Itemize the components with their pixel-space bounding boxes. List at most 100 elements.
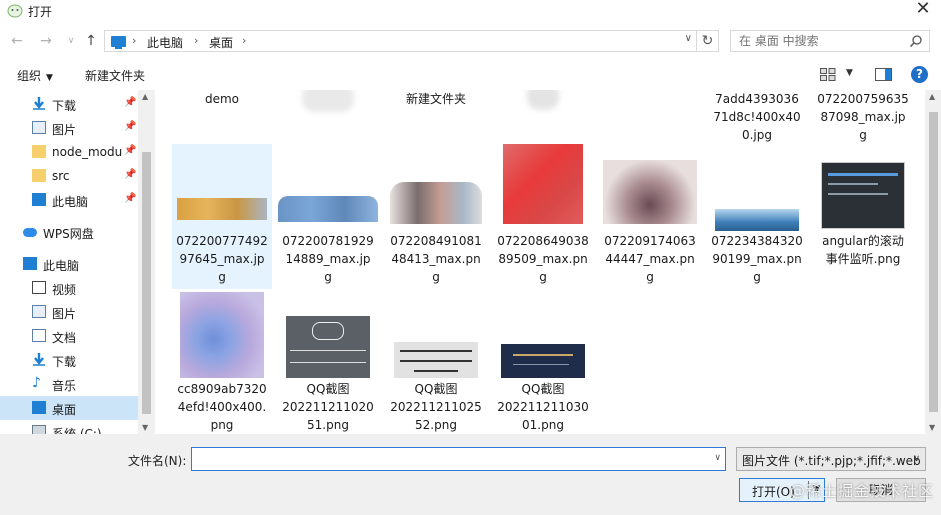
caret-down-icon[interactable]: ▼ bbox=[846, 68, 853, 78]
nav-label: 下载 bbox=[52, 355, 77, 369]
view-options-icon[interactable] bbox=[820, 68, 836, 81]
file-item[interactable]: 7add4393036 71d8c!400x40 0.jpg bbox=[707, 90, 807, 142]
nav-item-downloads-2[interactable]: 下载 bbox=[0, 348, 138, 372]
nav-item-wps-cloud[interactable]: WPS网盘 bbox=[0, 220, 138, 244]
refresh-button[interactable]: ↻ bbox=[697, 30, 719, 52]
toolbar: 组织 ▼ 新建文件夹 ▼ ? bbox=[0, 62, 941, 88]
pin-icon[interactable]: 📌 bbox=[124, 97, 136, 108]
nav-label: 下载 bbox=[52, 99, 77, 113]
file-name: 072200781929 14889_max.jp g bbox=[282, 234, 374, 284]
forward-arrow-icon[interactable]: → bbox=[37, 32, 55, 50]
chevron-right-icon[interactable]: › bbox=[242, 34, 246, 47]
image-thumbnail bbox=[503, 144, 583, 224]
search-input[interactable] bbox=[731, 31, 907, 51]
file-item[interactable]: 新建文件夹 bbox=[386, 90, 486, 140]
file-item[interactable] bbox=[600, 90, 700, 140]
file-name: demo bbox=[204, 92, 240, 106]
file-item[interactable]: QQ截图 202211211030 01.png bbox=[493, 292, 593, 434]
pin-icon[interactable]: 📌 bbox=[124, 121, 136, 132]
new-folder-button[interactable]: 新建文件夹 bbox=[85, 67, 145, 84]
nav-item-music[interactable]: ♪ 音乐 bbox=[0, 372, 138, 396]
help-icon[interactable]: ? bbox=[911, 66, 928, 83]
image-thumbnail bbox=[715, 209, 799, 231]
chevron-right-icon[interactable]: › bbox=[132, 34, 136, 47]
file-list-scrollbar[interactable]: ▲ ▼ bbox=[925, 90, 941, 434]
nav-item-downloads[interactable]: 下载 📌 bbox=[0, 92, 138, 116]
image-thumbnail bbox=[821, 162, 905, 229]
scroll-down-icon[interactable]: ▼ bbox=[142, 423, 148, 432]
file-item[interactable]: demo bbox=[172, 90, 272, 140]
file-item[interactable]: 072200781929 14889_max.jp g bbox=[278, 144, 378, 289]
nav-item-this-pc-pinned[interactable]: 此电脑 📌 bbox=[0, 188, 138, 212]
organize-button[interactable]: 组织 ▼ bbox=[17, 67, 53, 84]
nav-item-videos[interactable]: 视频 bbox=[0, 276, 138, 300]
nav-scrollbar[interactable]: ▲ ▼ bbox=[138, 90, 155, 434]
pc-icon bbox=[111, 36, 126, 49]
recent-dropdown-icon[interactable]: ∨ bbox=[62, 32, 80, 50]
image-thumbnail bbox=[501, 344, 585, 378]
file-name: 072234384320 90199_max.pn g bbox=[711, 234, 803, 284]
scroll-up-icon[interactable]: ▲ bbox=[929, 92, 935, 101]
filename-field[interactable]: ∨ bbox=[191, 447, 726, 471]
nav-label: 音乐 bbox=[52, 379, 77, 393]
file-item[interactable]: 072200759635 87098_max.jp g bbox=[813, 90, 913, 142]
filename-input[interactable] bbox=[192, 448, 702, 470]
breadcrumb-desktop[interactable]: 桌面 bbox=[209, 34, 233, 51]
nav-item-src[interactable]: src 📌 bbox=[0, 164, 138, 188]
scroll-down-icon[interactable]: ▼ bbox=[929, 423, 935, 432]
filetype-select[interactable]: 图片文件 (*.tif;*.pjp;*.jfif;*.web ∨ bbox=[736, 447, 926, 471]
chevron-right-icon[interactable]: › bbox=[194, 34, 198, 47]
nav-item-pictures[interactable]: 图片 📌 bbox=[0, 116, 138, 140]
nav-item-documents[interactable]: 文档 bbox=[0, 324, 138, 348]
nav-label: node_modu bbox=[52, 145, 123, 159]
file-item[interactable]: 072234384320 90199_max.pn g bbox=[707, 144, 807, 289]
breadcrumb-this-pc[interactable]: 此电脑 bbox=[147, 34, 183, 51]
file-item[interactable]: cc8909ab7320 4efd!400x400. png bbox=[172, 292, 272, 434]
pin-icon[interactable]: 📌 bbox=[124, 145, 136, 156]
close-icon[interactable]: ✕ bbox=[913, 0, 933, 19]
file-name: 072200777492 97645_max.jp g bbox=[176, 234, 268, 284]
preview-pane-icon[interactable] bbox=[875, 68, 892, 81]
image-thumbnail bbox=[286, 316, 370, 378]
scroll-thumb[interactable] bbox=[142, 152, 151, 414]
download-arrow-icon bbox=[33, 353, 45, 366]
file-item[interactable]: 072209174063 44447_max.pn g bbox=[600, 144, 700, 289]
dialog-footer: 文件名(N): ∨ 图片文件 (*.tif;*.pjp;*.jfif;*.web… bbox=[0, 434, 941, 515]
chevron-down-icon[interactable]: ∨ bbox=[714, 453, 721, 463]
refresh-icon: ↻ bbox=[701, 33, 714, 49]
file-name: QQ截图 202211211020 51.png bbox=[282, 382, 374, 432]
file-name: QQ截图 202211211025 52.png bbox=[390, 382, 482, 432]
image-thumbnail bbox=[394, 342, 478, 378]
nav-item-pictures-2[interactable]: 图片 bbox=[0, 300, 138, 324]
address-bar[interactable]: › 此电脑 › 桌面 › ∨ bbox=[104, 30, 697, 52]
nav-label: src bbox=[52, 169, 70, 183]
back-arrow-icon[interactable]: ← bbox=[8, 32, 26, 50]
file-item[interactable]: angular的滚动 事件监听.png bbox=[813, 144, 913, 289]
file-item[interactable]: 072200777492 97645_max.jp g bbox=[172, 144, 272, 289]
file-item[interactable] bbox=[493, 90, 593, 140]
document-icon bbox=[32, 329, 46, 342]
nav-item-this-pc[interactable]: 此电脑 bbox=[0, 252, 138, 276]
nav-item-node-modules[interactable]: node_modu 📌 bbox=[0, 140, 138, 164]
pin-icon[interactable]: 📌 bbox=[124, 169, 136, 180]
scroll-up-icon[interactable]: ▲ bbox=[142, 92, 148, 101]
drive-icon bbox=[32, 425, 46, 434]
caret-down-icon: ▼ bbox=[46, 73, 53, 83]
nav-label: 桌面 bbox=[52, 403, 77, 417]
cloud-icon bbox=[23, 228, 37, 237]
search-box[interactable] bbox=[730, 30, 930, 52]
up-arrow-icon[interactable]: ↑ bbox=[82, 32, 100, 50]
chevron-down-icon: ∨ bbox=[913, 454, 920, 464]
search-icon[interactable] bbox=[909, 34, 923, 48]
chevron-down-icon[interactable]: ∨ bbox=[685, 33, 692, 44]
file-item[interactable]: 072208491081 48413_max.pn g bbox=[386, 144, 486, 289]
scroll-thumb[interactable] bbox=[929, 112, 938, 412]
file-item[interactable] bbox=[278, 90, 378, 140]
nav-label: WPS网盘 bbox=[43, 227, 94, 241]
pin-icon[interactable]: 📌 bbox=[124, 193, 136, 204]
file-item[interactable]: QQ截图 202211211025 52.png bbox=[386, 292, 486, 434]
file-item[interactable]: QQ截图 202211211020 51.png bbox=[278, 292, 378, 434]
nav-item-desktop[interactable]: 桌面 bbox=[0, 396, 138, 420]
nav-item-drive-c[interactable]: 系统 (C:) bbox=[0, 420, 138, 434]
file-item[interactable]: 072208649038 89509_max.pn g bbox=[493, 144, 593, 289]
